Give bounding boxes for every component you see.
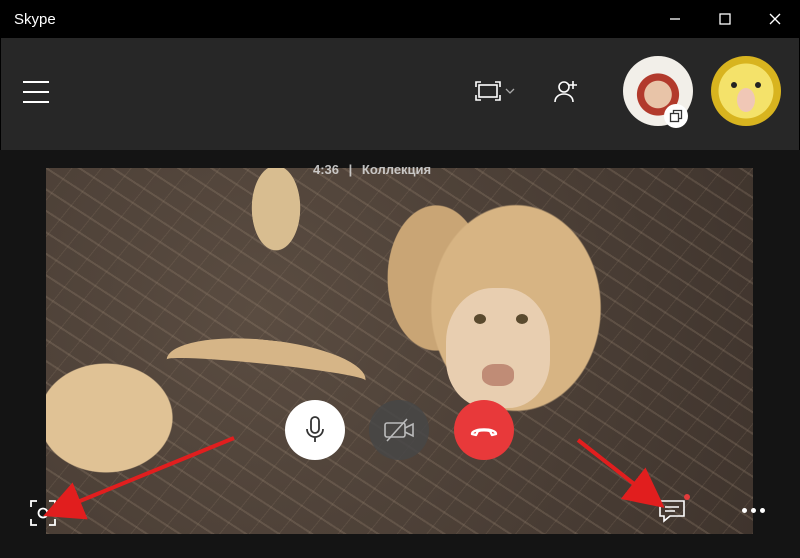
shared-video bbox=[46, 168, 753, 534]
close-icon bbox=[769, 13, 781, 25]
maximize-icon bbox=[719, 13, 731, 25]
lion-nose bbox=[482, 364, 514, 386]
menu-button[interactable] bbox=[23, 81, 49, 105]
more-icon bbox=[742, 508, 747, 513]
participant-avatar-duck[interactable] bbox=[711, 56, 781, 126]
snapshot-button[interactable] bbox=[30, 500, 56, 526]
video-area bbox=[0, 150, 800, 558]
microphone-icon bbox=[306, 416, 324, 442]
chat-icon bbox=[659, 500, 685, 523]
window-controls bbox=[650, 0, 800, 38]
minimize-button[interactable] bbox=[650, 0, 700, 38]
end-call-button[interactable] bbox=[454, 400, 514, 460]
screen-share-icon bbox=[475, 81, 501, 101]
close-button[interactable] bbox=[750, 0, 800, 38]
minimize-icon bbox=[670, 18, 680, 20]
maximize-button[interactable] bbox=[700, 0, 750, 38]
chat-button[interactable] bbox=[658, 498, 686, 524]
skype-window: Skype 4:36 | Коллекция bbox=[0, 0, 800, 558]
call-duration: 4:36 bbox=[313, 162, 340, 177]
chevron-down-icon bbox=[505, 88, 515, 94]
lion-face bbox=[446, 288, 550, 408]
add-participant-button[interactable] bbox=[553, 78, 579, 109]
lioness-tail bbox=[163, 329, 369, 411]
video-toggle-button[interactable] bbox=[369, 400, 429, 460]
collection-label: Коллекция bbox=[361, 162, 432, 177]
app-title: Skype bbox=[14, 10, 56, 28]
snapshot-icon bbox=[30, 500, 56, 526]
title-bar: Skype bbox=[0, 0, 800, 38]
video-info-overlay: 4:36 | Коллекция bbox=[313, 162, 432, 177]
more-options-button[interactable] bbox=[742, 508, 765, 513]
add-person-icon bbox=[554, 81, 577, 103]
mute-button[interactable] bbox=[285, 400, 345, 460]
restore-window-icon bbox=[669, 109, 683, 123]
camera-off-icon bbox=[384, 418, 414, 442]
switch-window-badge[interactable] bbox=[664, 104, 688, 128]
hang-up-icon bbox=[470, 428, 498, 437]
call-header bbox=[0, 38, 800, 150]
screen-share-button[interactable] bbox=[475, 81, 515, 101]
